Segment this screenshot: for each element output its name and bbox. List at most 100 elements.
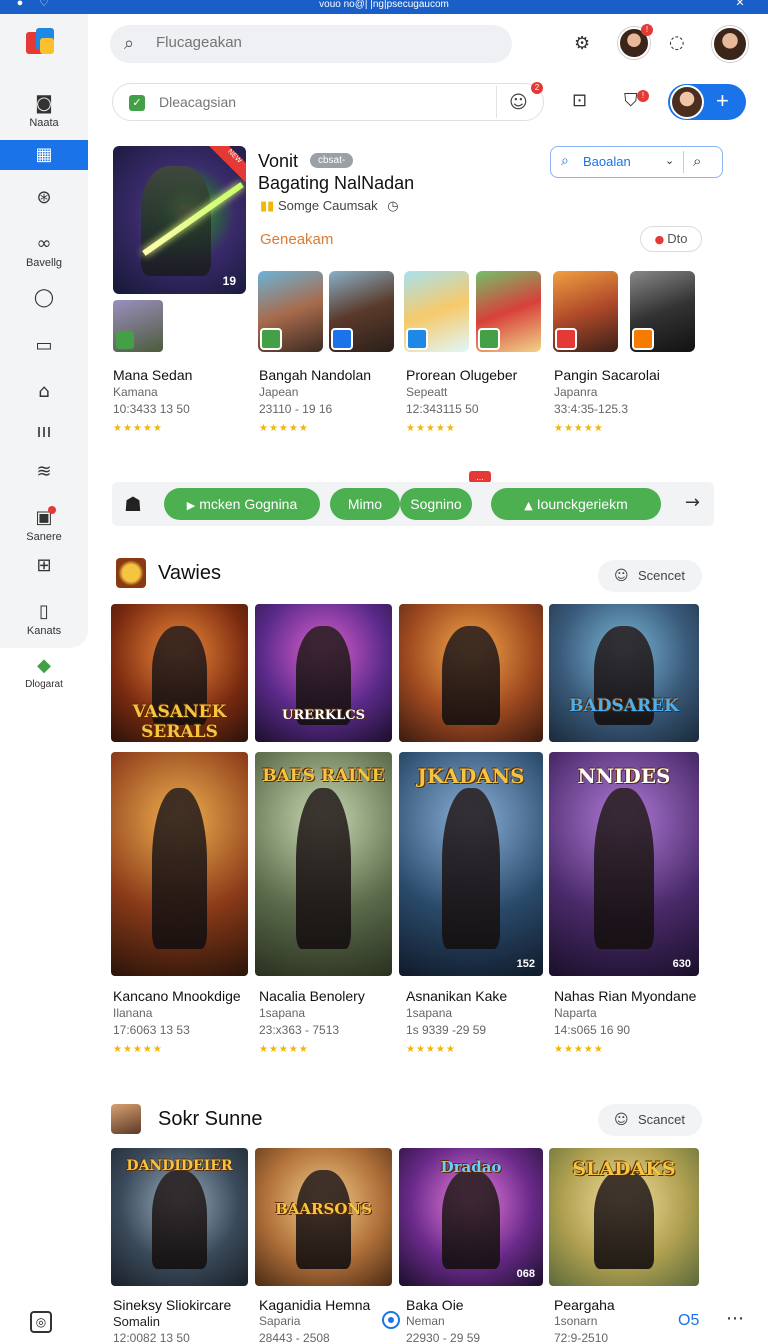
game-subtitle: Japean (259, 385, 299, 399)
game-subtitle: Neman (406, 1314, 445, 1328)
shield-badge: ! (637, 90, 649, 102)
arrow-right-icon[interactable]: → (685, 492, 700, 513)
secondary-search-input[interactable] (159, 94, 459, 110)
rating-stars: ★★★★★ (554, 1044, 604, 1055)
search-input[interactable] (156, 34, 486, 51)
window-title-bar: ● ♡ vouo no@| |ng|psecugaucom ✕ (0, 0, 768, 14)
featured-number: 19 (222, 274, 236, 288)
game-card-art[interactable]: BAES RAINE (255, 752, 392, 976)
section-title: Vawies (158, 562, 221, 584)
game-title[interactable]: Pangin Sacarolai (554, 367, 660, 383)
sidebar-item-chat[interactable]: ◯ (0, 288, 88, 308)
action-bar: ☗ ▶ mcken Gognina Mimo Sognino ▲ Iounckger… (112, 482, 714, 526)
game-art[interactable]: URERKLCS (255, 604, 392, 742)
section-action-button[interactable]: ☺ Scencet (598, 560, 702, 592)
sidebar-item-layers[interactable]: ≋ (0, 462, 88, 482)
game-card-art[interactable] (111, 752, 248, 976)
sidebar-item-frame[interactable]: ⊞ (0, 556, 88, 576)
user-icon[interactable]: ☺ (509, 92, 528, 113)
compass-icon: ⊛ (36, 187, 52, 208)
status-dot-icon[interactable] (382, 1311, 400, 1329)
action-button[interactable]: Mimo (330, 488, 400, 520)
game-title[interactable]: Peargaha (554, 1297, 615, 1313)
secondary-search-bar[interactable]: ✓ ☺ (112, 83, 544, 121)
close-icon[interactable]: ✕ (734, 0, 746, 10)
sidebar-item-kanats[interactable]: ▯ Kanats (0, 602, 88, 638)
search-icon[interactable]: ⌕ (693, 152, 701, 170)
game-title[interactable]: Kaganidia Hemna (259, 1297, 370, 1313)
search-bar[interactable]: ⌕ (110, 25, 512, 63)
search-icon: ⌕ (561, 153, 569, 169)
os-label[interactable]: O5 (678, 1312, 699, 1330)
home-icon: ⌂ (38, 381, 50, 402)
sidebar-item-home[interactable]: ⌂ (0, 382, 88, 402)
game-title[interactable]: Asnanikan Kake (406, 988, 507, 1004)
game-art[interactable]: BADSAREK (549, 604, 699, 742)
game-subtitle: Sepeatt (406, 385, 448, 399)
game-title[interactable]: Nahas Rian Myondane (554, 988, 696, 1004)
group-icon: ∞ (36, 233, 52, 254)
game-art[interactable]: VASANEK SERALS (111, 604, 248, 742)
sidebar-item-window[interactable]: ▭ (0, 336, 88, 356)
game-title[interactable]: Mana Sedan (113, 367, 192, 383)
message-icon[interactable]: ◌ (669, 32, 685, 53)
robot-icon[interactable]: ☗ (124, 492, 142, 516)
sidebar: ◙ Naata ▦ ⊛ ∞ Bavellg ◯ ▭ ⌂ ııı ≋ ▣ Sane… (0, 14, 88, 648)
game-title[interactable]: Bangah Nandolan (259, 367, 371, 383)
sidebar-item-sanere[interactable]: ▣ Sanere (0, 506, 88, 543)
sidebar-item-compass[interactable]: ⊛ (0, 188, 88, 208)
game-subtitle: Saparia (259, 1314, 301, 1328)
game-title[interactable]: Sineksy Sliokircare (113, 1297, 231, 1313)
check-icon: ✓ (129, 95, 145, 111)
section-action-button[interactable]: ☺ Scancet (598, 1104, 702, 1136)
action-button[interactable]: Sognino (400, 488, 472, 520)
game-subtitle: 1sapana (259, 1006, 306, 1020)
game-title[interactable]: Kancano Mnookdige (113, 988, 241, 1004)
settings-icon[interactable]: ⚙ (574, 33, 590, 54)
game-art[interactable]: DANDIDEIER (111, 1148, 248, 1286)
game-tile[interactable] (258, 271, 323, 352)
section-icon (116, 558, 146, 588)
game-art[interactable]: Dradao 068 (399, 1148, 543, 1286)
game-title[interactable]: Nacalia Benolery (259, 988, 365, 1004)
game-card-art[interactable]: JKADANS 152 (399, 752, 543, 976)
user-icon: ☺ (614, 568, 629, 584)
game-art[interactable]: SLADAKS (549, 1148, 699, 1286)
shield-icon[interactable]: ⛉ (624, 90, 638, 111)
sidebar-item-bavellg[interactable]: ∞ Bavellg (0, 233, 88, 270)
game-tile[interactable] (553, 271, 618, 352)
action-button[interactable]: ▲ Iounckgeriekm (491, 488, 661, 520)
game-tile[interactable] (630, 271, 695, 352)
game-title[interactable]: Prorean Olugeber (406, 367, 517, 383)
notification-badge: ! (641, 24, 653, 36)
game-tile[interactable] (476, 271, 541, 352)
dto-chip[interactable]: ● Dto (640, 226, 702, 252)
game-card-art[interactable]: NNIDES 630 (549, 752, 699, 976)
sidebar-toggle-icon[interactable]: ◎ (30, 1311, 52, 1333)
profile-avatar[interactable] (712, 26, 748, 62)
add-button[interactable]: + (668, 84, 746, 120)
featured-image[interactable]: NEW 19 (113, 146, 246, 294)
chat-icon: ◯ (33, 287, 55, 308)
sidebar-item-grid[interactable]: ▦ (0, 140, 88, 170)
bag-icon[interactable]: ⊡ (572, 90, 587, 111)
action-button[interactable]: ▶ mcken Gognina (164, 488, 320, 520)
game-title[interactable]: Baka Oie (406, 1297, 464, 1313)
app-logo[interactable] (26, 26, 58, 58)
game-stats: 1s 9339 -29 59 (406, 1023, 487, 1037)
game-tile[interactable] (404, 271, 469, 352)
add-button-avatar (670, 85, 704, 119)
filter-dropdown[interactable]: ⌕ Baoalan ⌄ ⌕ (550, 146, 723, 178)
grid-icon: ▦ (35, 144, 53, 165)
sidebar-item-naata[interactable]: ◙ Naata (0, 94, 88, 130)
game-art[interactable]: BAARSONS (255, 1148, 392, 1286)
game-subtitle: Somalin (113, 1314, 160, 1329)
clock-icon: ◷ (387, 199, 399, 214)
sidebar-item-chart[interactable]: ııı (0, 422, 88, 442)
featured-thumbnail[interactable] (113, 300, 163, 352)
sidebar-item-dlogarat[interactable]: ◆ Dlogarat (0, 656, 88, 691)
more-icon[interactable]: ⋯ (726, 1308, 744, 1329)
game-art[interactable] (399, 604, 543, 742)
featured-genre[interactable]: Geneakam (260, 231, 333, 248)
game-tile[interactable] (329, 271, 394, 352)
